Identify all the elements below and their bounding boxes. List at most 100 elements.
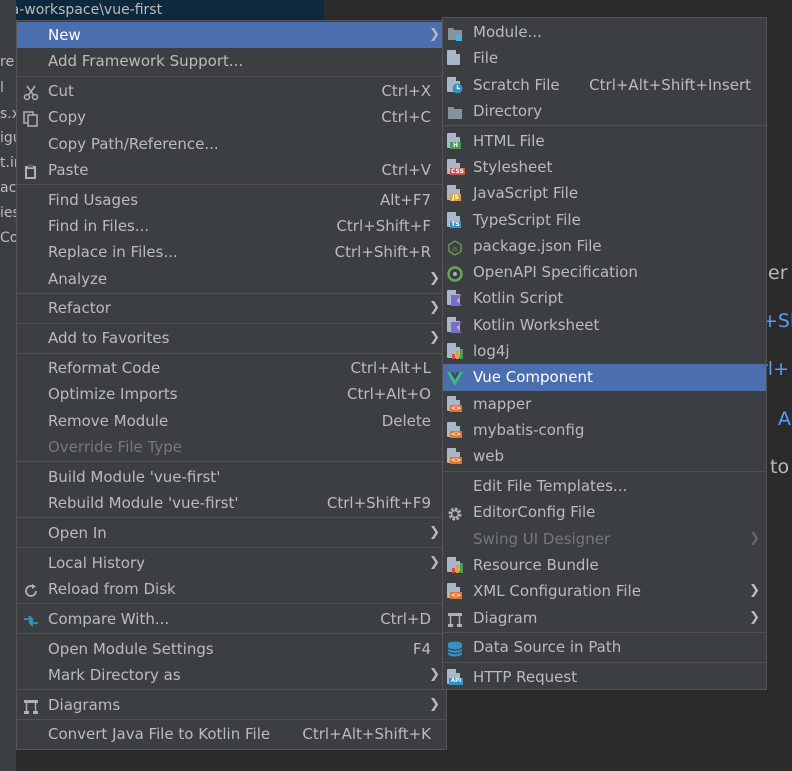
- menu-item-compare-with[interactable]: Compare With... Ctrl+D: [17, 606, 446, 632]
- menu-item-label: TypeScript File: [473, 210, 581, 229]
- menu-item-html-file[interactable]: H HTML File: [443, 128, 766, 154]
- menu-item-label: Scratch File: [473, 75, 560, 94]
- menu-item-copy-path-reference[interactable]: Copy Path/Reference...: [17, 131, 446, 157]
- menu-item-analyze[interactable]: Analyze ❯: [17, 266, 446, 292]
- file-icon: [447, 50, 463, 66]
- menu-item-diagrams[interactable]: Diagrams ❯: [17, 692, 446, 718]
- diagram-icon: [23, 697, 39, 714]
- menu-item-label: Module...: [473, 23, 542, 41]
- menu-item-label: package.json File: [473, 236, 602, 255]
- menu-item-shortcut: Ctrl+Shift+R: [334, 243, 431, 262]
- menu-item-label: Compare With...: [48, 609, 170, 628]
- menu-item-label: log4j: [473, 342, 510, 361]
- menu-item-local-history[interactable]: Local History ❯: [17, 550, 446, 576]
- menu-item-reformat-code[interactable]: Reformat Code Ctrl+Alt+L: [17, 355, 446, 381]
- menu-item-module[interactable]: Module...: [443, 19, 766, 45]
- menu-item-label: Analyze: [48, 269, 108, 288]
- menu-item-file[interactable]: File: [443, 45, 766, 71]
- menu-item-label: mybatis-config: [473, 420, 585, 439]
- menu-item-kotlin-worksheet[interactable]: Kotlin Worksheet: [443, 312, 766, 338]
- menu-item-log4j[interactable]: log4j: [443, 338, 766, 364]
- menu-item-reload-from-disk[interactable]: Reload from Disk: [17, 576, 446, 602]
- menu-item-editorconfig-file[interactable]: EditorConfig File: [443, 499, 766, 525]
- project-tree-item[interactable]: re: [0, 54, 16, 70]
- submenu-arrow-icon: ❯: [749, 583, 760, 599]
- menu-item-label: Kotlin Script: [473, 289, 564, 308]
- project-tree-item[interactable]: Co: [0, 230, 16, 246]
- project-tree-item[interactable]: l: [0, 80, 16, 96]
- menu-item-rebuild-module-vue-first[interactable]: Rebuild Module 'vue-first' Ctrl+Shift+F9: [17, 490, 446, 516]
- xml-file-icon: <>: [447, 583, 463, 600]
- menu-item-scratch-file[interactable]: Scratch File Ctrl+Alt+Shift+Insert: [443, 72, 766, 98]
- menu-item-label: Build Module 'vue-first': [48, 467, 221, 486]
- xml-file-icon: <>: [447, 395, 463, 412]
- menu-item-override-file-type: Override File Type: [17, 434, 446, 460]
- project-tree-item[interactable]: igu: [0, 130, 16, 146]
- menu-item-mapper[interactable]: <> mapper: [443, 391, 766, 417]
- menu-item-xml-configuration-file[interactable]: <> XML Configuration File ❯: [443, 578, 766, 604]
- menu-item-open-in[interactable]: Open In ❯: [17, 520, 446, 546]
- menu-item-label: Reload from Disk: [48, 579, 176, 598]
- hint-4: A: [778, 408, 791, 430]
- menu-item-mark-directory-as[interactable]: Mark Directory as ❯: [17, 662, 446, 688]
- menu-item-label: OpenAPI Specification: [473, 263, 638, 282]
- menu-item-label: Refactor: [48, 299, 111, 318]
- menu-item-replace-in-files[interactable]: Replace in Files... Ctrl+Shift+R: [17, 239, 446, 265]
- menu-item-add-framework-support[interactable]: Add Framework Support...: [17, 48, 446, 74]
- menu-item-shortcut: Ctrl+Alt+O: [347, 385, 431, 404]
- menu-item-directory[interactable]: Directory: [443, 98, 766, 124]
- menu-item-label: New: [48, 26, 81, 44]
- menu-item-label: File: [473, 49, 499, 68]
- menu-item-resource-bundle[interactable]: Resource Bundle: [443, 552, 766, 578]
- menu-item-data-source-in-path[interactable]: Data Source in Path: [443, 634, 766, 660]
- project-tree-item[interactable]: ace: [0, 180, 16, 196]
- menu-item-label: Stylesheet: [473, 157, 553, 176]
- menu-item-package-json-file[interactable]: JS package.json File: [443, 233, 766, 259]
- menu-item-vue-component[interactable]: Vue Component: [443, 364, 766, 391]
- menu-item-label: Resource Bundle: [473, 555, 599, 574]
- menu-item-label: Open Module Settings: [48, 639, 214, 658]
- database-icon: [447, 639, 463, 657]
- menu-item-new[interactable]: New ❯: [17, 22, 446, 49]
- menu-item-refactor[interactable]: Refactor ❯: [17, 295, 446, 321]
- menu-item-openapi-specification[interactable]: OpenAPI Specification: [443, 259, 766, 285]
- menu-item-typescript-file[interactable]: TS TypeScript File: [443, 207, 766, 233]
- menu-item-find-usages[interactable]: Find Usages Alt+F7: [17, 187, 446, 213]
- menu-item-label: Kotlin Worksheet: [473, 315, 600, 334]
- menu-item-add-to-favorites[interactable]: Add to Favorites ❯: [17, 325, 446, 351]
- menu-item-web[interactable]: <> web: [443, 443, 766, 469]
- menu-item-find-in-files[interactable]: Find in Files... Ctrl+Shift+F: [17, 213, 446, 239]
- menu-item-label: web: [473, 447, 505, 466]
- menu-item-copy[interactable]: Copy Ctrl+C: [17, 104, 446, 130]
- project-tree-item[interactable]: s.x: [0, 106, 16, 122]
- project-tree-item[interactable]: ies: [0, 205, 16, 221]
- scissors-icon: [23, 83, 39, 101]
- menu-item-kotlin-script[interactable]: Kotlin Script: [443, 285, 766, 311]
- kotlin-worksheet-icon: [447, 316, 463, 333]
- submenu-arrow-icon: ❯: [429, 696, 440, 712]
- project-tree-item[interactable]: t.in: [0, 155, 16, 171]
- menu-item-cut[interactable]: Cut Ctrl+X: [17, 78, 446, 104]
- menu-item-remove-module[interactable]: Remove Module Delete: [17, 408, 446, 434]
- menu-item-paste[interactable]: Paste Ctrl+V: [17, 157, 446, 183]
- menu-item-shortcut: Delete: [381, 411, 431, 430]
- menu-item-label: HTML File: [473, 131, 545, 150]
- kotlin-script-icon: [447, 290, 463, 307]
- menu-item-shortcut: Ctrl+Alt+L: [350, 359, 432, 378]
- folder-icon: [447, 103, 463, 119]
- menu-item-build-module-vue-first[interactable]: Build Module 'vue-first': [17, 464, 446, 490]
- ts-file-icon: TS: [447, 211, 463, 228]
- menu-item-shortcut: Ctrl+D: [380, 609, 431, 628]
- submenu-arrow-icon: ❯: [429, 27, 440, 42]
- menu-item-optimize-imports[interactable]: Optimize Imports Ctrl+Alt+O: [17, 381, 446, 407]
- menu-item-stylesheet[interactable]: CSS Stylesheet: [443, 154, 766, 180]
- menu-item-mybatis-config[interactable]: <> mybatis-config: [443, 417, 766, 443]
- menu-item-edit-file-templates[interactable]: Edit File Templates...: [443, 473, 766, 499]
- reload-icon: [23, 581, 39, 597]
- menu-item-open-module-settings[interactable]: Open Module Settings F4: [17, 636, 446, 662]
- menu-item-convert-java-file-to-kotlin-file[interactable]: Convert Java File to Kotlin File Ctrl+Alt…: [17, 721, 446, 747]
- menu-item-diagram[interactable]: Diagram ❯: [443, 605, 766, 631]
- menu-item-shortcut: Ctrl+Alt+Shift+K: [302, 725, 431, 744]
- menu-item-javascript-file[interactable]: JS JavaScript File: [443, 180, 766, 206]
- menu-item-http-request[interactable]: API HTTP Request: [443, 664, 766, 690]
